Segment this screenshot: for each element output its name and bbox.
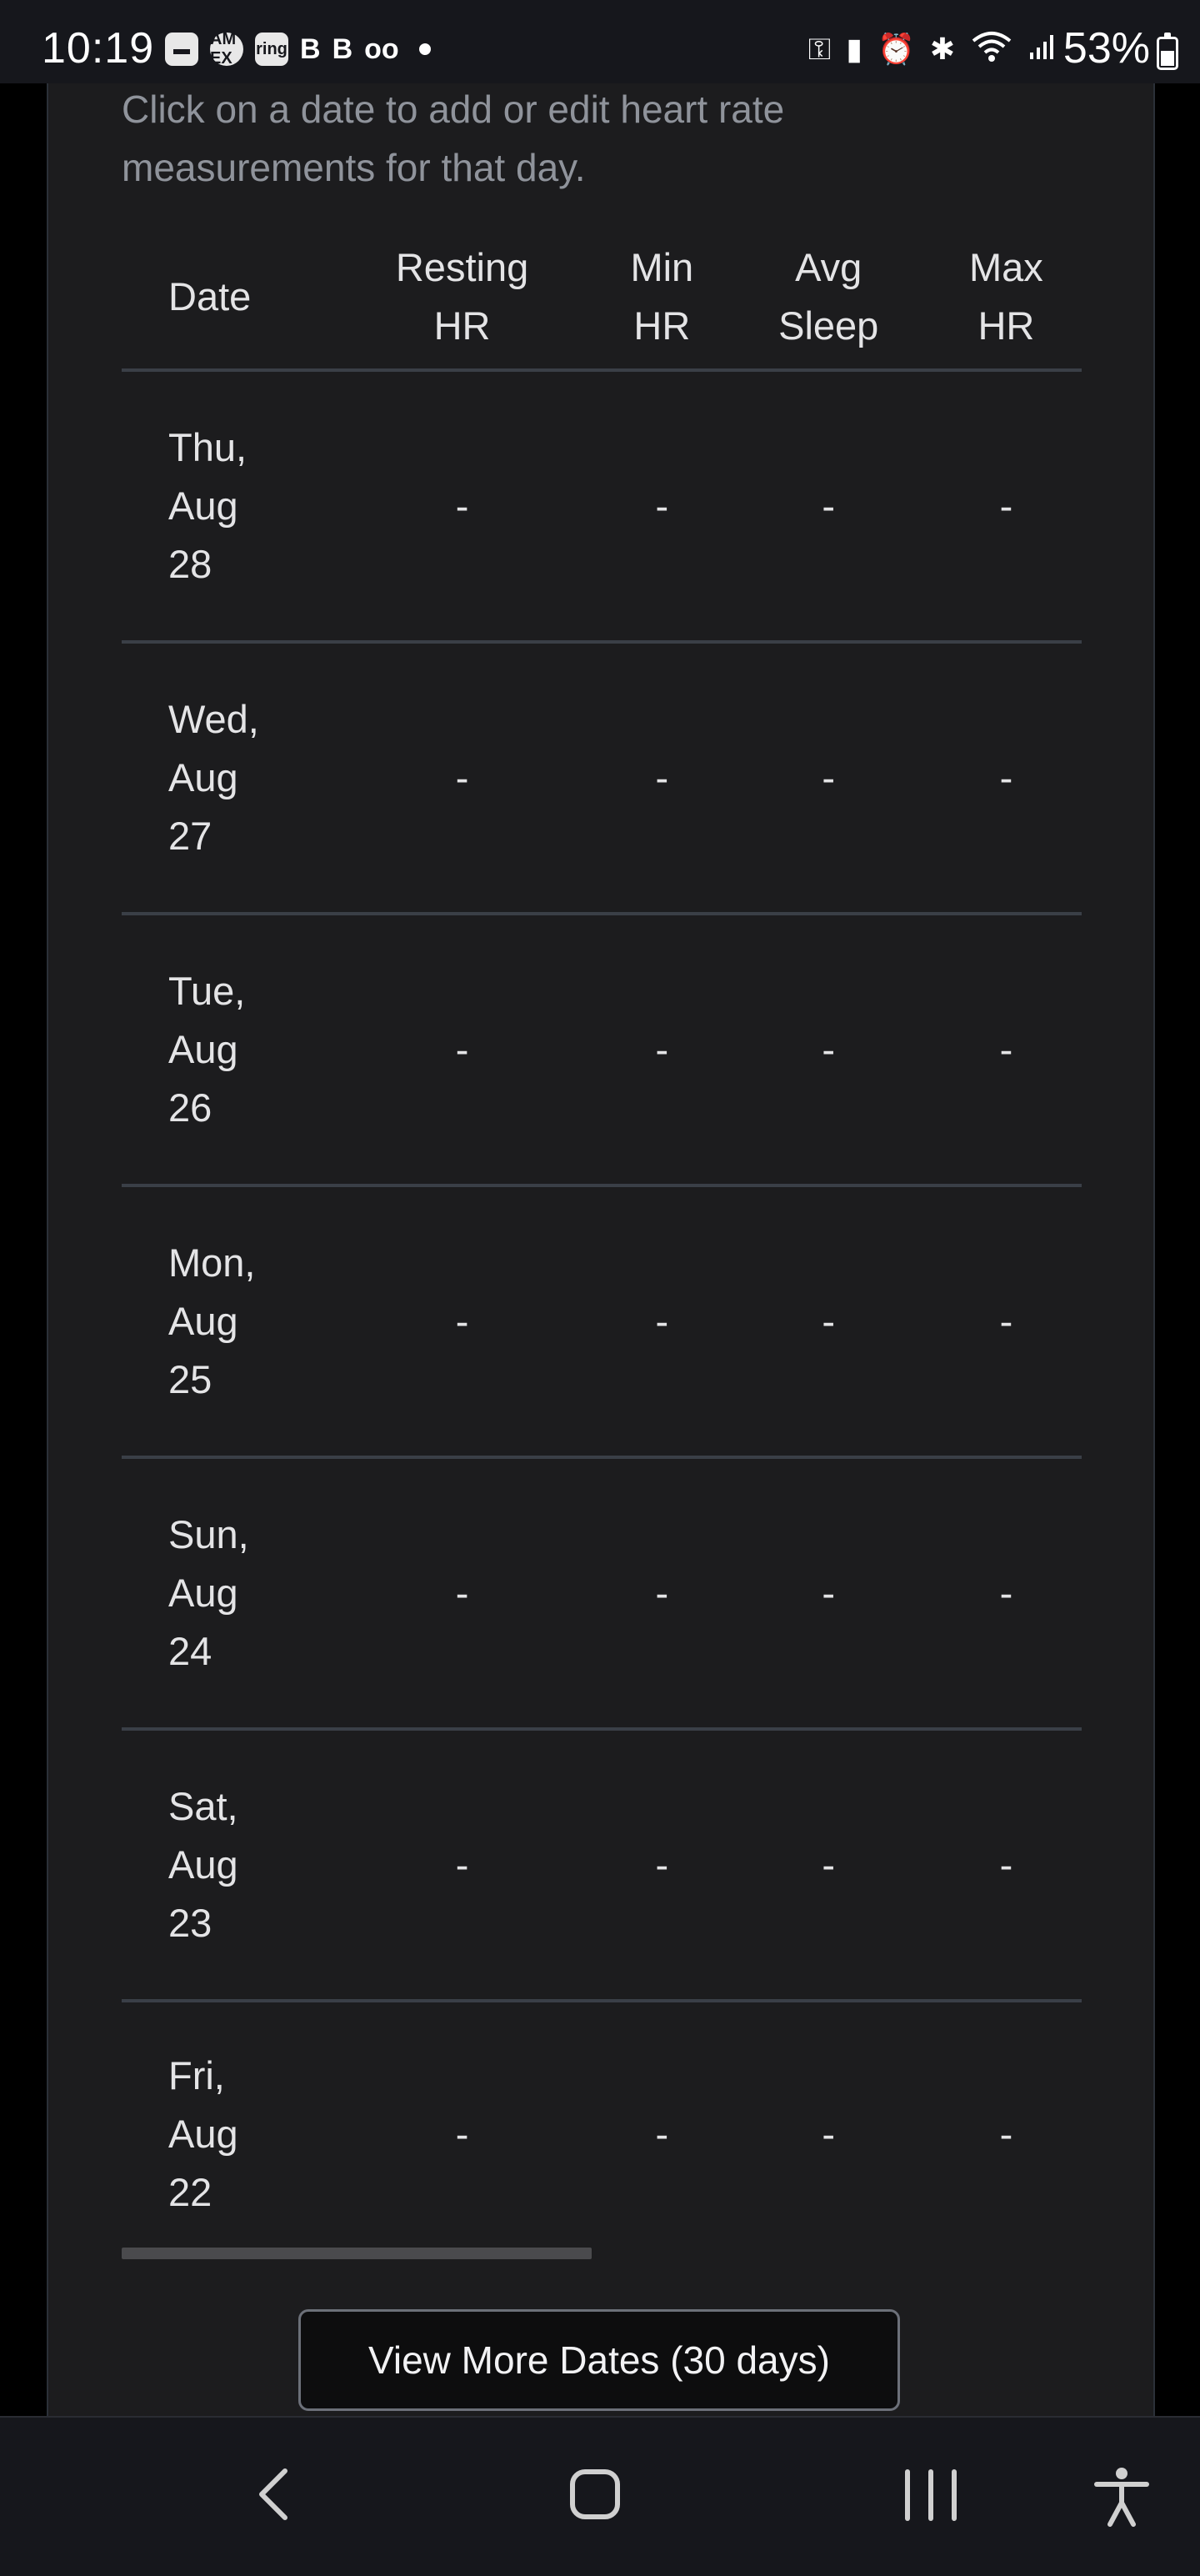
signal-icon <box>1028 31 1058 68</box>
header-date: Date <box>122 225 327 372</box>
table-header-row: Date Resting HR Min HR Avg Sleep Max HR <box>122 225 1082 372</box>
resting-hr-cell: - <box>455 2112 469 2156</box>
bluetooth-icon: ✱ <box>929 32 955 66</box>
min-hr-cell: - <box>655 2112 669 2156</box>
back-icon[interactable] <box>243 2461 310 2528</box>
max-hr-cell: - <box>930 642 1082 915</box>
max-hr-cell: - <box>930 1457 1082 1731</box>
avg-sleep-cell: - <box>822 2112 836 2156</box>
resting-hr-cell: - <box>327 642 598 915</box>
resting-hr-cell: - <box>327 370 598 644</box>
min-hr-cell: - <box>598 914 727 1187</box>
more-notifications-dot <box>418 43 431 55</box>
b-mail-icon: B <box>332 33 353 65</box>
min-hr-cell: - <box>598 1185 727 1459</box>
date-cell[interactable]: Sat, Aug 23 <box>122 1729 327 2002</box>
instructions-text: Click on a date to add or edit heart rat… <box>122 88 785 189</box>
resting-hr-cell: - <box>327 1729 598 2002</box>
avg-sleep-cell: - <box>726 642 931 915</box>
home-icon[interactable] <box>570 2469 620 2519</box>
min-hr-cell: - <box>598 1457 727 1731</box>
header-max-hr: Max HR <box>930 225 1082 372</box>
horizontal-scrollbar[interactable] <box>122 2248 592 2259</box>
battery-icon <box>1157 33 1178 70</box>
avg-sleep-cell: - <box>726 370 931 644</box>
heart-rate-card: Click on a date to add or edit heart rat… <box>47 50 1155 2418</box>
battery-percent: 53% <box>1062 24 1150 73</box>
date-cell[interactable]: Mon, Aug 25 <box>122 1185 327 1459</box>
avg-sleep-cell: - <box>726 1729 931 2002</box>
table-row[interactable]: Fri, Aug 22 - - - - <box>122 2001 1082 2266</box>
resting-hr-cell: - <box>327 1185 598 1459</box>
max-hr-cell: - <box>930 1185 1082 1459</box>
heart-rate-table: Date Resting HR Min HR Avg Sleep Max HR <box>122 225 1082 2266</box>
amex-icon: AM EX <box>210 30 243 68</box>
date-cell[interactable]: Tue, Aug 26 <box>122 914 327 1187</box>
table-row[interactable]: Tue, Aug 26 - - - - <box>122 914 1082 1187</box>
battery-saver-icon: ▮ <box>846 32 862 66</box>
resting-hr-cell: - <box>327 1457 598 1731</box>
header-resting-hr: Resting HR <box>327 225 598 372</box>
date-cell[interactable]: Wed, Aug 27 <box>122 642 327 915</box>
table-row[interactable]: Thu, Aug 28 - - - - <box>122 370 1082 644</box>
max-hr-cell: - <box>930 1729 1082 2002</box>
resting-hr-cell: - <box>327 914 598 1187</box>
b-app-icon: B <box>300 33 321 65</box>
max-hr-cell: - <box>930 914 1082 1187</box>
alarm-icon: ⏰ <box>878 32 915 66</box>
table-row[interactable]: Wed, Aug 27 - - - - <box>122 642 1082 915</box>
date-cell[interactable]: Sun, Aug 24 <box>122 1457 327 1731</box>
table-row[interactable]: Sun, Aug 24 - - - - <box>122 1457 1082 1731</box>
view-more-dates-button[interactable]: View More Dates (30 days) <box>298 2309 900 2411</box>
recent-apps-icon[interactable] <box>905 2469 957 2521</box>
date-cell[interactable]: Fri, Aug 22 <box>122 2001 327 2266</box>
avg-sleep-cell: - <box>726 914 931 1187</box>
accessibility-icon[interactable] <box>1093 2466 1150 2528</box>
system-icons: ⚿ ▮ ⏰ ✱ <box>808 28 1058 70</box>
header-avg-sleep: Avg Sleep <box>726 225 931 372</box>
key-icon: ⚿ <box>808 31 832 66</box>
wifi-icon <box>970 29 1013 70</box>
card-icon: ▬ <box>165 33 198 66</box>
min-hr-cell: - <box>598 1729 727 2002</box>
date-cell[interactable]: Thu, Aug 28 <box>122 370 327 644</box>
min-hr-cell: - <box>598 370 727 644</box>
notification-icons: ▬ AM EX ring B B oo <box>165 28 431 70</box>
ring-icon: ring <box>255 33 288 66</box>
avg-sleep-cell: - <box>726 1185 931 1459</box>
header-min-hr: Min HR <box>598 225 727 372</box>
table-row[interactable]: Sat, Aug 23 - - - - <box>122 1729 1082 2002</box>
status-bar: 10:19 ▬ AM EX ring B B oo ⚿ ▮ ⏰ ✱ 53% <box>0 0 1200 83</box>
voicemail-icon: oo <box>364 33 399 65</box>
max-hr-cell: - <box>999 2112 1013 2156</box>
navigation-bar <box>0 2416 1200 2576</box>
clock: 10:19 <box>42 24 155 73</box>
min-hr-cell: - <box>598 642 727 915</box>
table-row[interactable]: Mon, Aug 25 - - - - <box>122 1185 1082 1459</box>
max-hr-cell: - <box>930 370 1082 644</box>
avg-sleep-cell: - <box>726 1457 931 1731</box>
